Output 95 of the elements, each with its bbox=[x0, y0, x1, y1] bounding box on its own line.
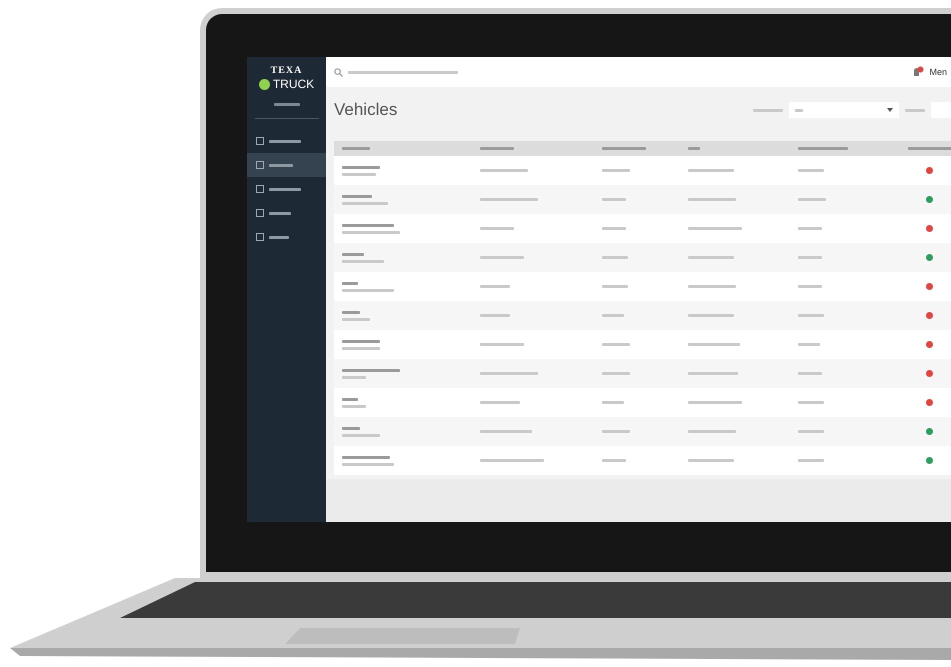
table-row[interactable] bbox=[334, 301, 951, 330]
illegible-text bbox=[688, 256, 734, 259]
illegible-text bbox=[480, 459, 544, 462]
illegible-text bbox=[342, 318, 370, 320]
logo-text: TEXA bbox=[270, 65, 302, 76]
illegible-text bbox=[798, 372, 822, 375]
illegible-text bbox=[342, 172, 376, 176]
illegible-text bbox=[798, 430, 824, 433]
menu-item-icon bbox=[256, 185, 264, 193]
illegible-text bbox=[602, 314, 624, 317]
illegible-text bbox=[480, 256, 524, 259]
illegible-text bbox=[274, 103, 300, 106]
logo-icon bbox=[258, 78, 270, 90]
illegible-text bbox=[602, 227, 626, 230]
illegible-text bbox=[688, 430, 736, 433]
illegible-text bbox=[342, 310, 360, 314]
illegible-text bbox=[798, 227, 822, 230]
illegible-text bbox=[342, 224, 394, 226]
illegible-text bbox=[480, 401, 520, 404]
illegible-text bbox=[753, 108, 783, 112]
illegible-text bbox=[342, 376, 366, 378]
illegible-text bbox=[342, 346, 380, 350]
illegible-text bbox=[688, 285, 736, 288]
table-row[interactable] bbox=[334, 388, 951, 417]
illegible-text bbox=[602, 343, 630, 346]
illegible-text bbox=[342, 252, 364, 256]
illegible-text bbox=[342, 202, 388, 204]
table-row[interactable] bbox=[334, 446, 951, 475]
illegible-text bbox=[688, 459, 734, 462]
illegible-text bbox=[342, 368, 400, 372]
illegible-text bbox=[480, 198, 538, 201]
illegible-text bbox=[342, 340, 380, 342]
illegible-text bbox=[798, 198, 826, 201]
illegible-text bbox=[602, 372, 630, 375]
illegible-text bbox=[342, 288, 394, 292]
illegible-text bbox=[342, 426, 360, 430]
illegible-text bbox=[688, 372, 738, 375]
illegible-text bbox=[688, 198, 736, 201]
illegible-text bbox=[602, 256, 628, 259]
illegible-text bbox=[798, 285, 822, 288]
notification-icon[interactable] bbox=[912, 66, 924, 78]
illegible-text bbox=[798, 401, 824, 404]
illegible-text bbox=[798, 169, 824, 172]
table-row[interactable] bbox=[334, 185, 951, 214]
filter-select[interactable] bbox=[789, 102, 899, 118]
user-name[interactable]: Men bbox=[929, 67, 947, 77]
menu-item-icon bbox=[256, 137, 264, 145]
illegible-text bbox=[688, 314, 734, 317]
illegible-text bbox=[342, 282, 358, 284]
table-row[interactable] bbox=[334, 156, 951, 185]
table-row[interactable] bbox=[334, 330, 951, 359]
illegible-text bbox=[342, 398, 358, 400]
logo-text: TRUCK bbox=[272, 77, 314, 91]
illegible-text bbox=[798, 343, 820, 346]
illegible-text bbox=[342, 462, 394, 466]
search-icon bbox=[334, 68, 343, 76]
illegible-text bbox=[480, 227, 514, 230]
menu-item-icon bbox=[256, 161, 264, 169]
illegible-text bbox=[602, 401, 624, 404]
menu-item-icon bbox=[256, 233, 264, 241]
illegible-text bbox=[688, 169, 734, 172]
illegible-text bbox=[480, 430, 532, 433]
illegible-text bbox=[342, 166, 380, 168]
illegible-text bbox=[798, 459, 824, 462]
illegible-text bbox=[342, 260, 384, 262]
table-row[interactable] bbox=[334, 359, 951, 388]
illegible-text bbox=[798, 314, 824, 317]
illegible-text bbox=[342, 194, 372, 198]
illegible-text bbox=[480, 314, 510, 317]
illegible-text bbox=[342, 434, 380, 436]
caret-icon bbox=[887, 108, 893, 112]
illegible-text bbox=[688, 343, 740, 346]
table-row[interactable] bbox=[334, 214, 951, 243]
illegible-text bbox=[602, 169, 630, 172]
illegible-text bbox=[602, 430, 630, 433]
illegible-text bbox=[342, 456, 390, 458]
illegible-text bbox=[602, 198, 626, 201]
illegible-text bbox=[342, 230, 400, 234]
illegible-text bbox=[480, 372, 538, 375]
sidebar-item[interactable] bbox=[247, 153, 326, 177]
table-row[interactable] bbox=[334, 272, 951, 301]
illegible-text bbox=[688, 227, 742, 230]
illegible-text bbox=[688, 401, 742, 404]
illegible-text bbox=[480, 169, 528, 172]
illegible-text bbox=[798, 256, 822, 259]
table-row[interactable] bbox=[334, 417, 951, 446]
menu-item-icon bbox=[256, 209, 264, 217]
illegible-text bbox=[342, 404, 366, 408]
illegible-text bbox=[480, 285, 510, 288]
illegible-text bbox=[480, 343, 524, 346]
illegible-text bbox=[905, 108, 925, 112]
page-title: Vehicles bbox=[334, 100, 398, 120]
table-row[interactable] bbox=[334, 243, 951, 272]
illegible-text bbox=[602, 459, 626, 462]
illegible-text bbox=[602, 285, 628, 288]
